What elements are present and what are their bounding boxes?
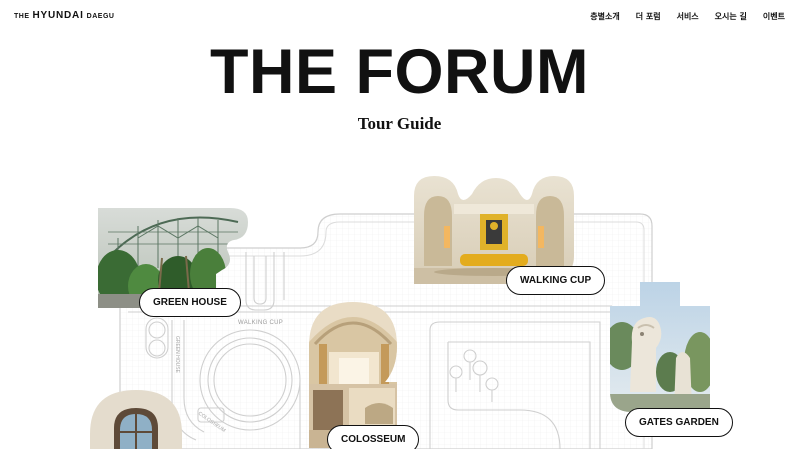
green-house-label[interactable]: GREEN HOUSE <box>139 288 241 317</box>
gates-garden-photo[interactable] <box>610 282 710 412</box>
map-text-green-house: GREEN HOUSE <box>174 336 180 374</box>
page-title: THE FORUM <box>210 37 589 107</box>
gates-garden-label[interactable]: GATES GARDEN <box>625 408 733 437</box>
arched-window-photo[interactable] <box>90 390 182 449</box>
map-text-walking-cup: WALKING CUP <box>238 320 283 326</box>
page-subtitle: Tour Guide <box>357 114 442 133</box>
colosseum-label[interactable]: COLOSSEUM <box>327 425 420 449</box>
forum-tour-page: THE HYUNDAI DAEGU 층별소개 더 포럼 서비스 오시는 길 이벤… <box>0 0 799 449</box>
walking-cup-label[interactable]: WALKING CUP <box>506 266 606 295</box>
